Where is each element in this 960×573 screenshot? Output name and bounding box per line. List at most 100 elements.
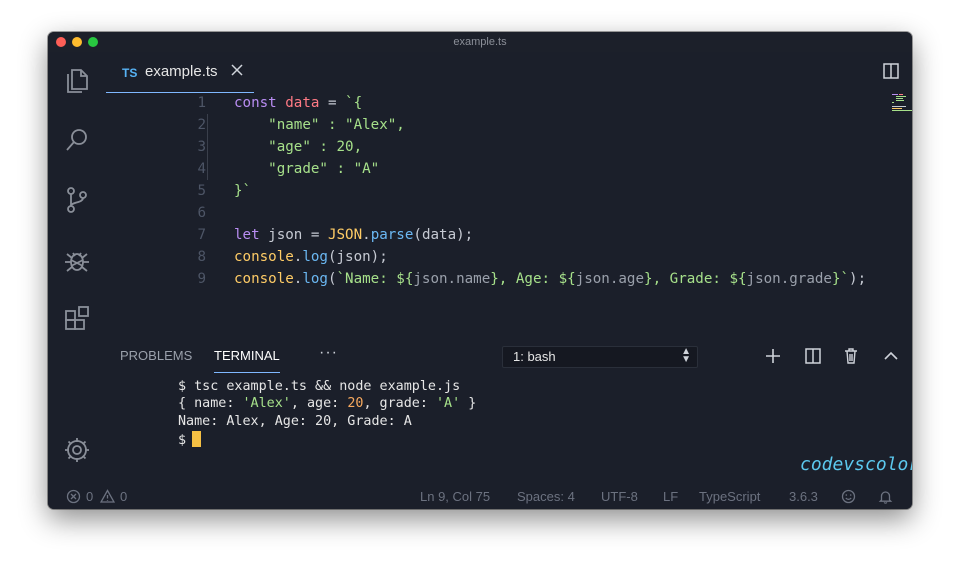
watermark: codevscolor.com	[800, 454, 912, 475]
code-text: let json = JSON.parse(data);	[234, 224, 473, 246]
code-line[interactable]: 5 }`	[106, 180, 886, 202]
code-token: console	[234, 271, 294, 287]
code-token: "grade" : "A"	[234, 161, 380, 177]
line-number: 4	[197, 161, 206, 177]
code-token: `Name: ${	[336, 271, 414, 287]
code-text: console.log(`Name: ${json.name}, Age: ${…	[234, 268, 866, 290]
status-bar: 0 0 Ln 9, Col 75 Spaces: 4 UTF-8 LF Type…	[48, 484, 912, 509]
code-line[interactable]: 1 const data = `{	[106, 92, 886, 114]
split-terminal-icon[interactable]	[804, 347, 822, 365]
warning-count[interactable]: 0	[120, 489, 127, 504]
code-line[interactable]: 2 "name" : "Alex",	[106, 114, 886, 136]
code-line[interactable]: 7 let json = JSON.parse(data);	[106, 224, 886, 246]
code-token: }`	[234, 183, 252, 199]
indentation[interactable]: Spaces: 4	[517, 489, 575, 504]
code-token: console	[234, 249, 294, 265]
end-of-line[interactable]: LF	[663, 489, 678, 504]
code-line[interactable]: 6	[106, 202, 886, 224]
files-icon[interactable]	[61, 64, 93, 96]
shell-select[interactable]: 1: bash ▲ ▼	[502, 346, 698, 368]
search-icon[interactable]	[61, 124, 93, 156]
code-token: json =	[268, 227, 328, 243]
new-terminal-icon[interactable]	[764, 347, 782, 365]
code-line[interactable]: 9 console.log(`Name: ${json.name}, Age: $…	[106, 268, 886, 290]
minimap[interactable]	[892, 92, 912, 122]
code-text: console.log(json);	[234, 246, 388, 268]
code-token: log	[302, 249, 328, 265]
trash-icon[interactable]	[842, 347, 860, 365]
code-token: );	[849, 271, 867, 287]
code-text: "name" : "Alex",	[234, 114, 405, 136]
activity-bar	[48, 52, 106, 494]
code-line[interactable]: 3 "age" : 20,	[106, 136, 886, 158]
warning-icon[interactable]	[100, 489, 115, 504]
code-token: log	[302, 271, 328, 287]
code-token: (json);	[327, 249, 388, 265]
terminal-line-3: Name: Alex, Age: 20, Grade: A	[178, 414, 412, 429]
terminal-line-1: $ tsc example.ts && node example.js	[178, 379, 461, 394]
close-icon[interactable]	[230, 63, 244, 77]
bottom-panel: PROBLEMS TERMINAL ··· 1: bash ▲ ▼ $ tsc e…	[106, 342, 912, 494]
panel-more-icon[interactable]: ···	[319, 344, 338, 362]
code-token: }, Age: ${	[490, 271, 576, 287]
editor-tab-bar: TS example.ts	[106, 52, 912, 93]
code-token: `{	[345, 95, 363, 111]
code-line[interactable]: 8 console.log(json);	[106, 246, 886, 268]
language-mode[interactable]: TypeScript	[699, 489, 760, 504]
error-count[interactable]: 0	[86, 489, 93, 504]
cursor-position[interactable]: Ln 9, Col 75	[420, 489, 490, 504]
code-token: json.grade	[746, 271, 832, 287]
code-token: .	[362, 227, 371, 243]
terminal-token: , age:	[290, 396, 348, 411]
debug-icon[interactable]	[61, 244, 93, 276]
encoding[interactable]: UTF-8	[601, 489, 638, 504]
feedback-smiley-icon[interactable]	[841, 489, 856, 504]
line-number: 7	[197, 227, 206, 243]
code-line[interactable]: 4 "grade" : "A"	[106, 158, 886, 180]
code-text: "age" : 20,	[234, 136, 362, 158]
terminal-cursor	[192, 431, 202, 447]
split-editor-icon[interactable]	[882, 62, 900, 80]
terminal-line-2: { name: 'Alex', age: 20, grade: 'A' }	[178, 395, 476, 413]
line-number: 5	[197, 183, 206, 199]
line-number: 3	[197, 139, 206, 155]
typescript-version[interactable]: 3.6.3	[789, 489, 818, 504]
maximize-panel-icon[interactable]	[882, 347, 900, 365]
code-token: "age" : 20,	[234, 139, 363, 155]
terminal-token: }	[460, 396, 477, 411]
title-bar: example.ts	[48, 32, 912, 52]
code-text: const data = `{	[234, 92, 362, 114]
gear-icon[interactable]	[61, 434, 93, 466]
terminal-prompt-line[interactable]: $	[178, 431, 202, 449]
tab-problems[interactable]: PROBLEMS	[120, 348, 192, 372]
error-icon[interactable]	[66, 489, 81, 504]
code-token: }`	[831, 271, 850, 287]
line-number: 8	[197, 249, 206, 265]
line-number: 1	[197, 95, 206, 111]
code-token: (data);	[413, 227, 474, 243]
window-title: example.ts	[453, 36, 507, 48]
tab-example-ts[interactable]: TS example.ts	[106, 52, 254, 93]
terminal-prompt: $	[178, 433, 187, 448]
line-number: 6	[197, 205, 206, 221]
extensions-icon[interactable]	[61, 304, 93, 336]
terminal-token: 20	[347, 396, 364, 411]
line-number: 9	[197, 271, 206, 287]
code-token: data	[285, 95, 320, 111]
tab-filename: example.ts	[145, 63, 218, 80]
code-editor[interactable]: 1 const data = `{2 "name" : "Alex", 3 "age…	[106, 92, 912, 342]
tab-terminal[interactable]: TERMINAL	[214, 348, 280, 373]
indent-guide	[207, 114, 208, 180]
shell-select-value: 1: bash	[513, 349, 556, 364]
code-token: JSON	[327, 227, 363, 243]
code-token: const	[234, 95, 286, 111]
terminal-token: 'A'	[436, 396, 461, 411]
code-token: json.name	[413, 271, 491, 287]
terminal-token: , grade:	[363, 396, 436, 411]
select-arrows-icon: ▲ ▼	[681, 346, 691, 365]
notifications-bell-icon[interactable]	[878, 489, 893, 504]
source-control-icon[interactable]	[61, 184, 93, 216]
code-token: parse	[370, 227, 414, 243]
code-token: json.age	[575, 271, 645, 287]
code-token: "name" : "Alex",	[234, 117, 405, 133]
